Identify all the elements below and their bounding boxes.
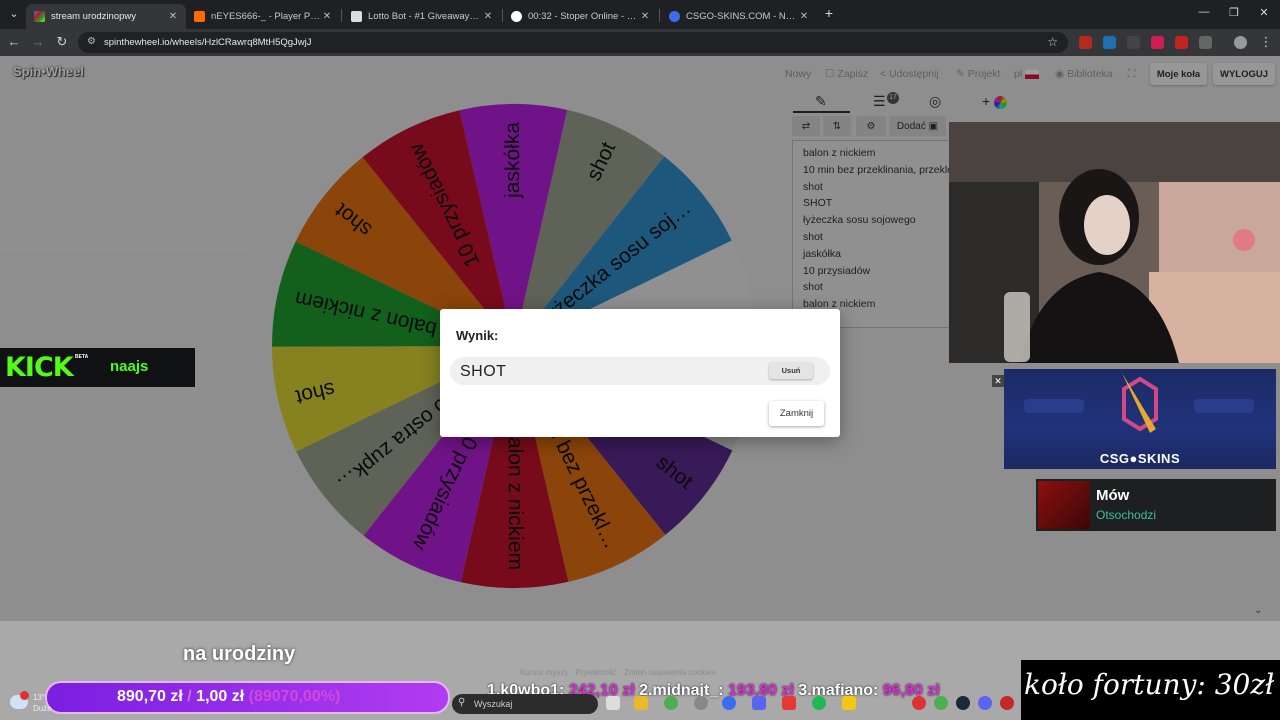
- tab-search-icon[interactable]: ⌄: [6, 7, 22, 20]
- close-button[interactable]: Zamknij: [769, 401, 824, 426]
- spinwheel-favicon-icon: [34, 11, 45, 22]
- extensions-puzzle-icon[interactable]: [1199, 36, 1212, 49]
- adblock-icon[interactable]: [1175, 36, 1188, 49]
- result-row: SHOT Usuń: [450, 357, 830, 385]
- close-tab-icon[interactable]: ✕: [166, 11, 180, 22]
- close-ad-icon[interactable]: ✕: [992, 375, 1004, 387]
- kick-username: naajs: [110, 358, 149, 375]
- search-icon: ⚲: [458, 697, 466, 708]
- weather-desc: Duże: [33, 704, 52, 713]
- tab-separator: [341, 9, 342, 22]
- tray-icon[interactable]: [934, 696, 948, 710]
- bookmark-star-icon[interactable]: ☆: [1047, 35, 1058, 49]
- close-tab-icon[interactable]: ✕: [638, 11, 652, 22]
- tab-stoper-online[interactable]: 00:32 - Stoper Online - ZegarO ✕: [503, 4, 658, 29]
- profile-avatar[interactable]: [1234, 36, 1247, 49]
- birthday-label: na urodziny: [183, 643, 296, 665]
- close-tab-icon[interactable]: ✕: [797, 11, 811, 22]
- grid-favicon-icon: [351, 11, 362, 22]
- minimize-icon[interactable]: —: [1196, 6, 1212, 18]
- result-value: SHOT: [460, 363, 507, 380]
- chrome-icon[interactable]: [664, 696, 678, 710]
- extension-icon[interactable]: [1127, 36, 1140, 49]
- result-dialog: Wynik: SHOT Usuń Zamknij: [440, 309, 840, 437]
- browser-toolbar: ← → ↻ ⚙ spinthewheel.io/wheels/HzlCRawrq…: [0, 29, 1280, 56]
- weather-temp: 13°: [33, 693, 46, 702]
- discord-tray-icon[interactable]: [978, 696, 992, 710]
- extension-icon[interactable]: [1079, 36, 1092, 49]
- notification-badge: [20, 691, 29, 700]
- knife-graphic: [1024, 373, 1254, 433]
- song-title: Mów: [1096, 487, 1130, 504]
- tray-icon[interactable]: [912, 696, 926, 710]
- windows-taskbar: 13° Duże ⚲ Wyszukaj: [0, 690, 1021, 720]
- url-input[interactable]: ⚙ spinthewheel.io/wheels/HzlCRawrq8MtH5Q…: [78, 32, 1068, 53]
- csgo-skins-logo: CSG●SKINS: [1099, 451, 1181, 466]
- remove-button[interactable]: Usuń: [769, 362, 813, 379]
- webcam-image: [949, 122, 1280, 363]
- browser-tab-strip: ⌄ stream urodzinopwy ✕ nEYES666-_ - Play…: [0, 0, 1280, 29]
- faceit-favicon-icon: [194, 11, 205, 22]
- clock-favicon-icon: [511, 11, 522, 22]
- taskbar-search-input[interactable]: ⚲ Wyszukaj: [452, 694, 598, 714]
- window-close-icon[interactable]: ✕: [1256, 6, 1272, 19]
- tray-icon[interactable]: [1000, 696, 1014, 710]
- kick-beta-label: BETA: [75, 354, 89, 360]
- dialog-title: Wynik:: [456, 328, 499, 343]
- steam-icon[interactable]: [956, 696, 970, 710]
- clock-app-icon[interactable]: [694, 696, 708, 710]
- faint-footer-text: Kursor myszy · Prywatność · Zmień ustawi…: [520, 668, 716, 677]
- tab-lotto-bot[interactable]: Lotto Bot - #1 Giveaway Bot fo ✕: [343, 4, 501, 29]
- tab-stream-urodzinopwy[interactable]: stream urodzinopwy ✕: [26, 4, 186, 29]
- app-icon[interactable]: [842, 696, 856, 710]
- restore-icon[interactable]: ❐: [1226, 6, 1242, 19]
- song-artist: Otsochodzi: [1096, 508, 1157, 522]
- forward-icon[interactable]: →: [30, 34, 46, 49]
- site-info-icon[interactable]: ⚙: [87, 36, 96, 47]
- discord-icon[interactable]: [752, 696, 766, 710]
- kick-logo: KICK: [5, 352, 74, 383]
- album-art: [1038, 481, 1090, 529]
- extension-icon[interactable]: [1103, 36, 1116, 49]
- netflix-icon[interactable]: [782, 696, 796, 710]
- close-tab-icon[interactable]: ✕: [481, 11, 495, 22]
- new-tab-icon[interactable]: +: [821, 5, 837, 21]
- tab-player-profile[interactable]: nEYES666-_ - Player Profile - F ✕: [186, 4, 340, 29]
- file-explorer-icon[interactable]: [634, 696, 648, 710]
- now-playing-widget: Mów Otsochodzi: [1036, 479, 1276, 531]
- more-menu-icon[interactable]: ⋮: [1258, 34, 1274, 50]
- tab-csgo-skins[interactable]: CSGO-SKINS.COM - Najlepsze ✕: [661, 4, 817, 29]
- csgo-favicon-icon: [669, 11, 680, 22]
- extension-icon[interactable]: [1151, 36, 1164, 49]
- wheel-price-label: koło fortuny: 30zł: [1021, 660, 1280, 720]
- back-icon[interactable]: ←: [6, 34, 22, 49]
- tab-separator: [659, 9, 660, 22]
- csgo-skins-banner[interactable]: CSG●SKINS: [1004, 369, 1276, 469]
- task-view-icon[interactable]: [606, 696, 620, 710]
- app-icon[interactable]: [722, 696, 736, 710]
- webcam-feed: [949, 122, 1280, 363]
- kick-overlay: KICK BETA naajs: [0, 348, 195, 387]
- close-tab-icon[interactable]: ✕: [320, 11, 334, 22]
- reload-icon[interactable]: ↻: [54, 34, 70, 50]
- spotify-icon[interactable]: [812, 696, 826, 710]
